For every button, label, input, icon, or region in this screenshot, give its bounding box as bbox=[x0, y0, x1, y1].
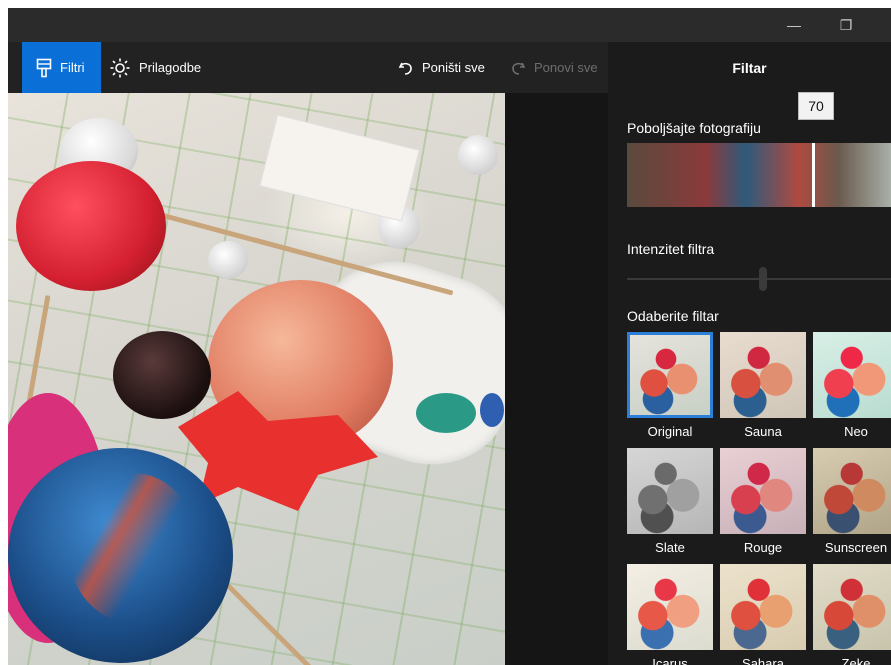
brightness-icon bbox=[110, 58, 130, 77]
filter-neo[interactable]: Neo bbox=[813, 332, 891, 439]
redo-icon bbox=[512, 62, 526, 75]
edit-toolbar: Filtri Prilagodbe Poništi sve Ponovi sve bbox=[8, 42, 608, 93]
undo-icon bbox=[398, 62, 412, 75]
enhance-slider-handle[interactable] bbox=[812, 143, 815, 207]
filter-name: Rouge bbox=[743, 540, 783, 555]
filter-thumbnail[interactable] bbox=[627, 448, 713, 534]
filter-rouge[interactable]: Rouge bbox=[720, 448, 806, 555]
title-bar: — ❐ ✕ bbox=[8, 8, 891, 42]
filter-original[interactable]: Original bbox=[627, 332, 713, 439]
enhance-value-tooltip: 70 bbox=[798, 92, 834, 120]
filter-name: Zeke bbox=[841, 656, 871, 665]
filter-brush-icon bbox=[36, 58, 52, 77]
choose-filter-label: Odaberite filtar bbox=[627, 308, 719, 324]
filter-sahara[interactable]: Sahara bbox=[720, 564, 806, 665]
filter-name: Sahara bbox=[742, 656, 784, 665]
minimize-icon[interactable]: — bbox=[771, 8, 817, 42]
close-icon[interactable]: ✕ bbox=[875, 8, 891, 42]
edited-photo[interactable] bbox=[8, 93, 505, 665]
filter-name: Sunscreen bbox=[824, 540, 888, 555]
restore-icon[interactable]: ❐ bbox=[823, 8, 869, 42]
filter-name: Slate bbox=[655, 540, 685, 555]
filter-thumbnail[interactable] bbox=[813, 564, 891, 650]
filter-icarus[interactable]: Icarus bbox=[627, 564, 713, 665]
photo-ball-white-4 bbox=[208, 241, 248, 279]
filter-thumbnail[interactable] bbox=[720, 448, 806, 534]
undo-all-label: Poništi sve bbox=[422, 60, 485, 75]
undo-all-button[interactable]: Poništi sve bbox=[398, 42, 485, 93]
photo-paint-teal bbox=[416, 393, 476, 433]
filter-thumbnail[interactable] bbox=[627, 564, 713, 650]
tab-filters[interactable]: Filtri bbox=[22, 42, 101, 93]
filter-sauna[interactable]: Sauna bbox=[720, 332, 806, 439]
photo-ball-white-3 bbox=[458, 135, 498, 175]
filter-thumbnail[interactable] bbox=[813, 332, 891, 418]
filter-thumbnail[interactable] bbox=[720, 564, 806, 650]
filter-thumbnail[interactable] bbox=[627, 332, 713, 418]
filter-thumbnail[interactable] bbox=[720, 332, 806, 418]
filter-thumbnail[interactable] bbox=[813, 448, 891, 534]
photo-paint-blue bbox=[480, 393, 504, 427]
filter-sunscreen[interactable]: Sunscreen bbox=[813, 448, 891, 555]
photo-canvas bbox=[8, 93, 608, 665]
enhance-photo-label: Poboljšajte fotografiju bbox=[627, 120, 761, 136]
filter-panel: Filtar 70 Poboljšajte fotografiju Intenz… bbox=[608, 42, 891, 665]
filter-name: Icarus bbox=[652, 656, 688, 665]
tab-adjustments[interactable]: Prilagodbe bbox=[110, 42, 201, 93]
tab-adjustments-label: Prilagodbe bbox=[139, 60, 202, 75]
redo-all-label: Ponovi sve bbox=[534, 60, 598, 75]
filter-intensity-label: Intenzitet filtra bbox=[627, 241, 715, 257]
filter-intensity-thumb[interactable] bbox=[759, 267, 767, 291]
filter-slate[interactable]: Slate bbox=[627, 448, 713, 555]
redo-all-button: Ponovi sve bbox=[510, 42, 598, 93]
tab-filters-label: Filtri bbox=[60, 60, 85, 75]
photos-app-window: — ❐ ✕ Filtri Prilagodbe bbox=[8, 8, 891, 665]
filter-zeke[interactable]: Zeke bbox=[813, 564, 891, 665]
filter-name: Original bbox=[647, 424, 693, 439]
photo-ball-dark bbox=[113, 331, 211, 419]
enhance-photo-strip[interactable] bbox=[627, 143, 891, 207]
panel-title: Filtar bbox=[732, 59, 767, 76]
filter-name: Neo bbox=[844, 424, 868, 439]
photo-ball-blue-stripe bbox=[68, 473, 198, 623]
photo-ball-red bbox=[16, 161, 166, 291]
filter-name: Sauna bbox=[744, 424, 782, 439]
